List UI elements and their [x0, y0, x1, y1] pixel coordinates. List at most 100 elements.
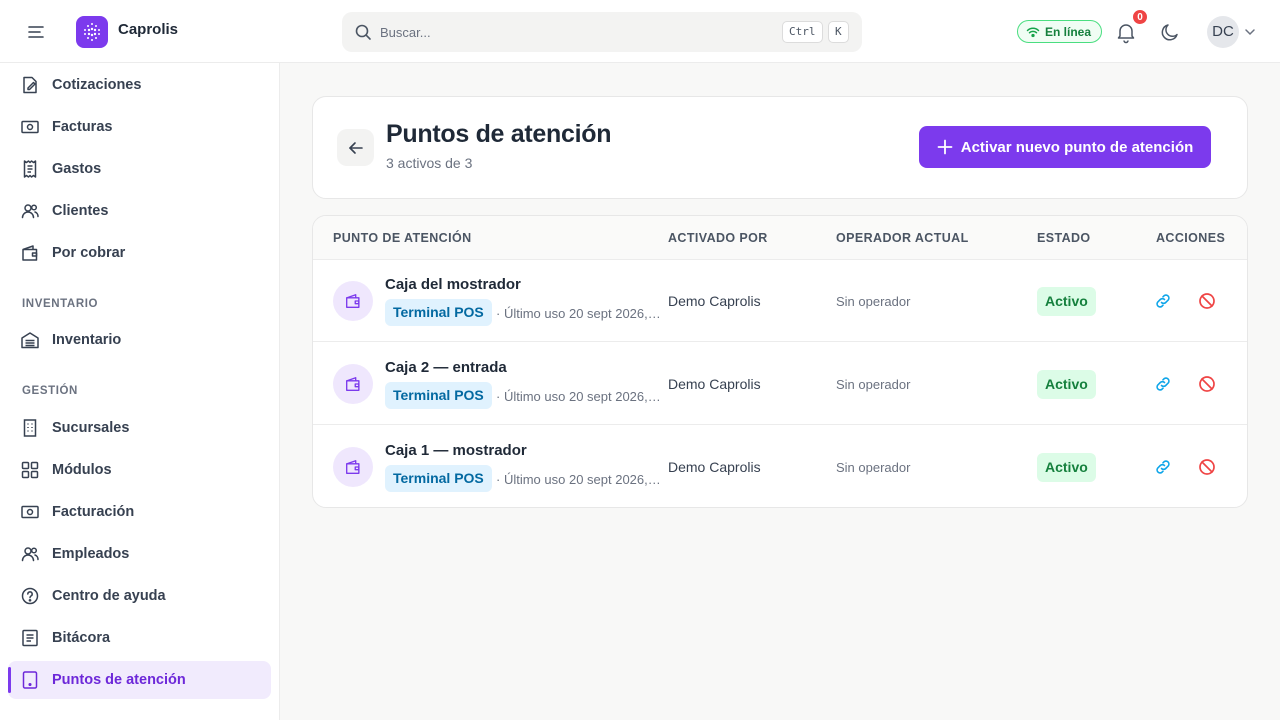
terminal-type-tag: Terminal POS: [385, 299, 492, 326]
last-use-text: · Último uso 20 sept 2026, 14:35: [496, 472, 664, 487]
column-header-status: ESTADO: [1037, 231, 1091, 245]
logo-icon: [84, 23, 100, 41]
search-bar[interactable]: Ctrl K: [342, 12, 862, 52]
sidebar-item-inventario[interactable]: Inventario: [8, 321, 271, 359]
current-operator: Sin operador: [836, 377, 911, 392]
sidebar-item-sucursales[interactable]: Sucursales: [8, 409, 271, 447]
sidebar-item-label: Puntos de atención: [52, 672, 186, 688]
notification-count-badge: 0: [1132, 9, 1148, 25]
link-icon[interactable]: [1153, 457, 1173, 477]
quote-icon: [23, 76, 37, 94]
search-icon: [355, 24, 371, 40]
column-header-actions: ACCIONES: [1156, 231, 1226, 245]
section-label-inventario: INVENTARIO: [22, 298, 99, 310]
wifi-icon: [1026, 27, 1040, 37]
terminal-type-tag: Terminal POS: [385, 465, 492, 492]
sidebar-item-label: Por cobrar: [52, 245, 126, 261]
last-use-text: · Último uso 20 sept 2026, 14:35: [496, 389, 664, 404]
sidebar-item-centro-de-ayuda[interactable]: Centro de ayuda: [8, 577, 271, 615]
online-status-label: En línea: [1045, 24, 1092, 39]
users-icon: [21, 204, 39, 219]
point-name: Caja del mostrador: [385, 276, 521, 293]
points-table: PUNTO DE ATENCIÓN ACTIVADO POR OPERADOR …: [312, 215, 1248, 508]
log-icon: [22, 629, 38, 647]
deactivate-icon[interactable]: [1197, 374, 1217, 394]
sidebar-item-puntos-de-atencion[interactable]: Puntos de atención: [8, 661, 271, 699]
wallet-icon: [346, 294, 360, 308]
notifications-bell-icon[interactable]: [1114, 20, 1138, 44]
table-header: PUNTO DE ATENCIÓN ACTIVADO POR OPERADOR …: [313, 216, 1247, 260]
link-icon[interactable]: [1153, 291, 1173, 311]
billing-icon: [21, 505, 39, 519]
sidebar-item-label: Gastos: [52, 161, 102, 177]
row-avatar: [333, 447, 373, 487]
page-header-card: Puntos de atención 3 activos de 3 Activa…: [312, 96, 1248, 199]
column-header-current-operator: OPERADOR ACTUAL: [836, 231, 969, 245]
sidebar-item-por-cobrar[interactable]: Por cobrar: [8, 234, 271, 272]
sidebar-item-modulos[interactable]: Módulos: [8, 451, 271, 489]
activate-new-point-button[interactable]: Activar nuevo punto de atención: [919, 126, 1211, 168]
sidebar-item-label: Facturas: [52, 119, 113, 135]
current-operator: Sin operador: [836, 294, 911, 309]
online-status-badge: En línea: [1017, 20, 1103, 43]
status-badge: Activo: [1037, 287, 1096, 316]
current-operator: Sin operador: [836, 460, 911, 475]
sidebar-item-label: Sucursales: [52, 420, 130, 436]
chevron-down-icon[interactable]: [1243, 25, 1257, 39]
sidebar-item-label: Empleados: [52, 546, 130, 562]
page-title: Puntos de atención: [386, 120, 612, 148]
sidebar-item-empleados[interactable]: Empleados: [8, 535, 271, 573]
shortcut-ctrl-key: Ctrl: [782, 21, 823, 43]
point-name: Caja 1 — mostrador: [385, 442, 527, 459]
column-header-point: PUNTO DE ATENCIÓN: [333, 231, 472, 245]
sidebar-item-label: Bitácora: [52, 630, 111, 646]
arrow-left-icon: [348, 141, 363, 154]
help-icon: [21, 587, 39, 605]
activate-new-point-label: Activar nuevo punto de atención: [960, 138, 1194, 156]
activated-by: Demo Caprolis: [668, 459, 761, 475]
link-icon[interactable]: [1153, 374, 1173, 394]
table-row[interactable]: Caja 1 — mostrador Terminal POS · Último…: [313, 426, 1247, 507]
brand-name: Caprolis: [118, 21, 179, 38]
table-row[interactable]: Caja 2 — entrada Terminal POS · Último u…: [313, 343, 1247, 425]
top-bar: Caprolis Ctrl K En línea 0 DC: [0, 0, 1280, 63]
building-icon: [23, 419, 37, 437]
menu-icon: [28, 26, 44, 38]
tablet-icon: [22, 671, 38, 689]
sidebar-item-label: Clientes: [52, 203, 109, 219]
sidebar-item-gastos[interactable]: Gastos: [8, 150, 271, 188]
table-row[interactable]: Caja del mostrador Terminal POS · Último…: [313, 260, 1247, 342]
sidebar-item-clientes[interactable]: Clientes: [8, 192, 271, 230]
deactivate-icon[interactable]: [1197, 457, 1217, 477]
terminal-type-tag: Terminal POS: [385, 382, 492, 409]
employees-icon: [21, 547, 39, 562]
back-button[interactable]: [337, 129, 374, 166]
activated-by: Demo Caprolis: [668, 293, 761, 309]
sidebar-item-bitacora[interactable]: Bitácora: [8, 619, 271, 657]
column-header-activated-by: ACTIVADO POR: [668, 231, 768, 245]
page-subtitle: 3 activos de 3: [386, 155, 473, 171]
sidebar: Cotizaciones Facturas Gastos Clientes Po…: [0, 63, 280, 720]
sidebar-item-cotizaciones[interactable]: Cotizaciones: [8, 66, 271, 104]
shortcut-k-key: K: [828, 21, 849, 43]
grid-icon: [21, 461, 39, 479]
wallet-icon: [346, 460, 360, 474]
deactivate-icon[interactable]: [1197, 291, 1217, 311]
warehouse-icon: [21, 332, 39, 349]
moon-icon[interactable]: [1158, 20, 1182, 44]
section-label-gestion: GESTIÓN: [22, 385, 78, 397]
sidebar-item-facturacion[interactable]: Facturación: [8, 493, 271, 531]
sidebar-item-label: Cotizaciones: [52, 77, 142, 93]
user-avatar[interactable]: DC: [1207, 16, 1239, 48]
brand-logo[interactable]: [76, 16, 108, 48]
row-avatar: [333, 281, 373, 321]
menu-toggle-button[interactable]: [22, 18, 50, 46]
plus-icon: [937, 139, 953, 155]
sidebar-item-facturas[interactable]: Facturas: [8, 108, 271, 146]
sidebar-item-label: Módulos: [52, 462, 112, 478]
point-name: Caja 2 — entrada: [385, 359, 507, 376]
wallet-icon: [346, 377, 360, 391]
search-input[interactable]: [380, 12, 760, 52]
receipt-icon: [23, 160, 37, 178]
sidebar-item-label: Facturación: [52, 504, 135, 520]
